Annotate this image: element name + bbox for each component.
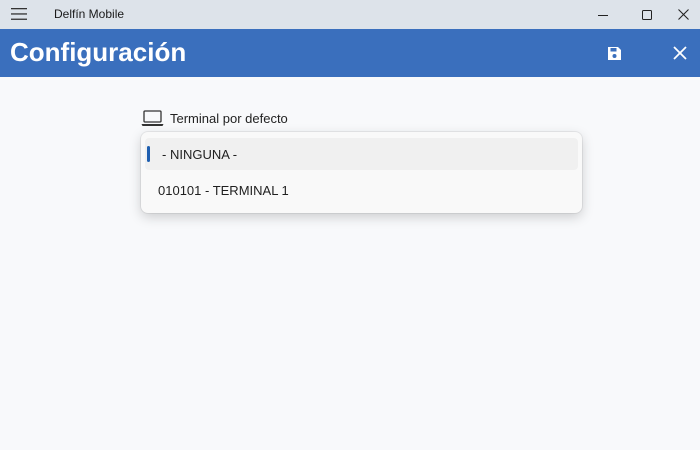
dropdown-option-label: - NINGUNA -	[162, 146, 238, 162]
terminal-field-label: Terminal por defecto	[141, 108, 288, 128]
save-icon	[607, 46, 621, 60]
hamburger-menu-button[interactable]	[8, 4, 30, 24]
app-title: Delfín Mobile	[54, 7, 125, 21]
close-icon	[677, 9, 689, 20]
minimize-icon	[598, 14, 608, 16]
title-bar: Delfín Mobile	[0, 0, 700, 29]
dropdown-option-label: 010101 - TERMINAL 1	[158, 182, 289, 198]
terminal-dropdown-list[interactable]: - NINGUNA - 010101 - TERMINAL 1	[141, 132, 582, 213]
selection-indicator	[147, 146, 150, 162]
maximize-icon	[642, 9, 652, 20]
app-window: Delfín Mobile Configuración Terminal por…	[0, 0, 700, 450]
hamburger-icon	[11, 8, 27, 20]
dropdown-option-terminal-1[interactable]: 010101 - TERMINAL 1	[145, 174, 578, 206]
laptop-icon	[141, 110, 164, 126]
dropdown-option-none[interactable]: - NINGUNA -	[145, 138, 578, 170]
close-page-button[interactable]	[666, 39, 694, 67]
save-button[interactable]	[600, 39, 628, 67]
page-header: Configuración	[0, 29, 700, 77]
close-window-button[interactable]	[660, 0, 700, 29]
page-title: Configuración	[10, 37, 187, 67]
field-label-text: Terminal por defecto	[170, 110, 288, 126]
close-icon	[673, 46, 687, 60]
minimize-button[interactable]	[580, 0, 626, 29]
